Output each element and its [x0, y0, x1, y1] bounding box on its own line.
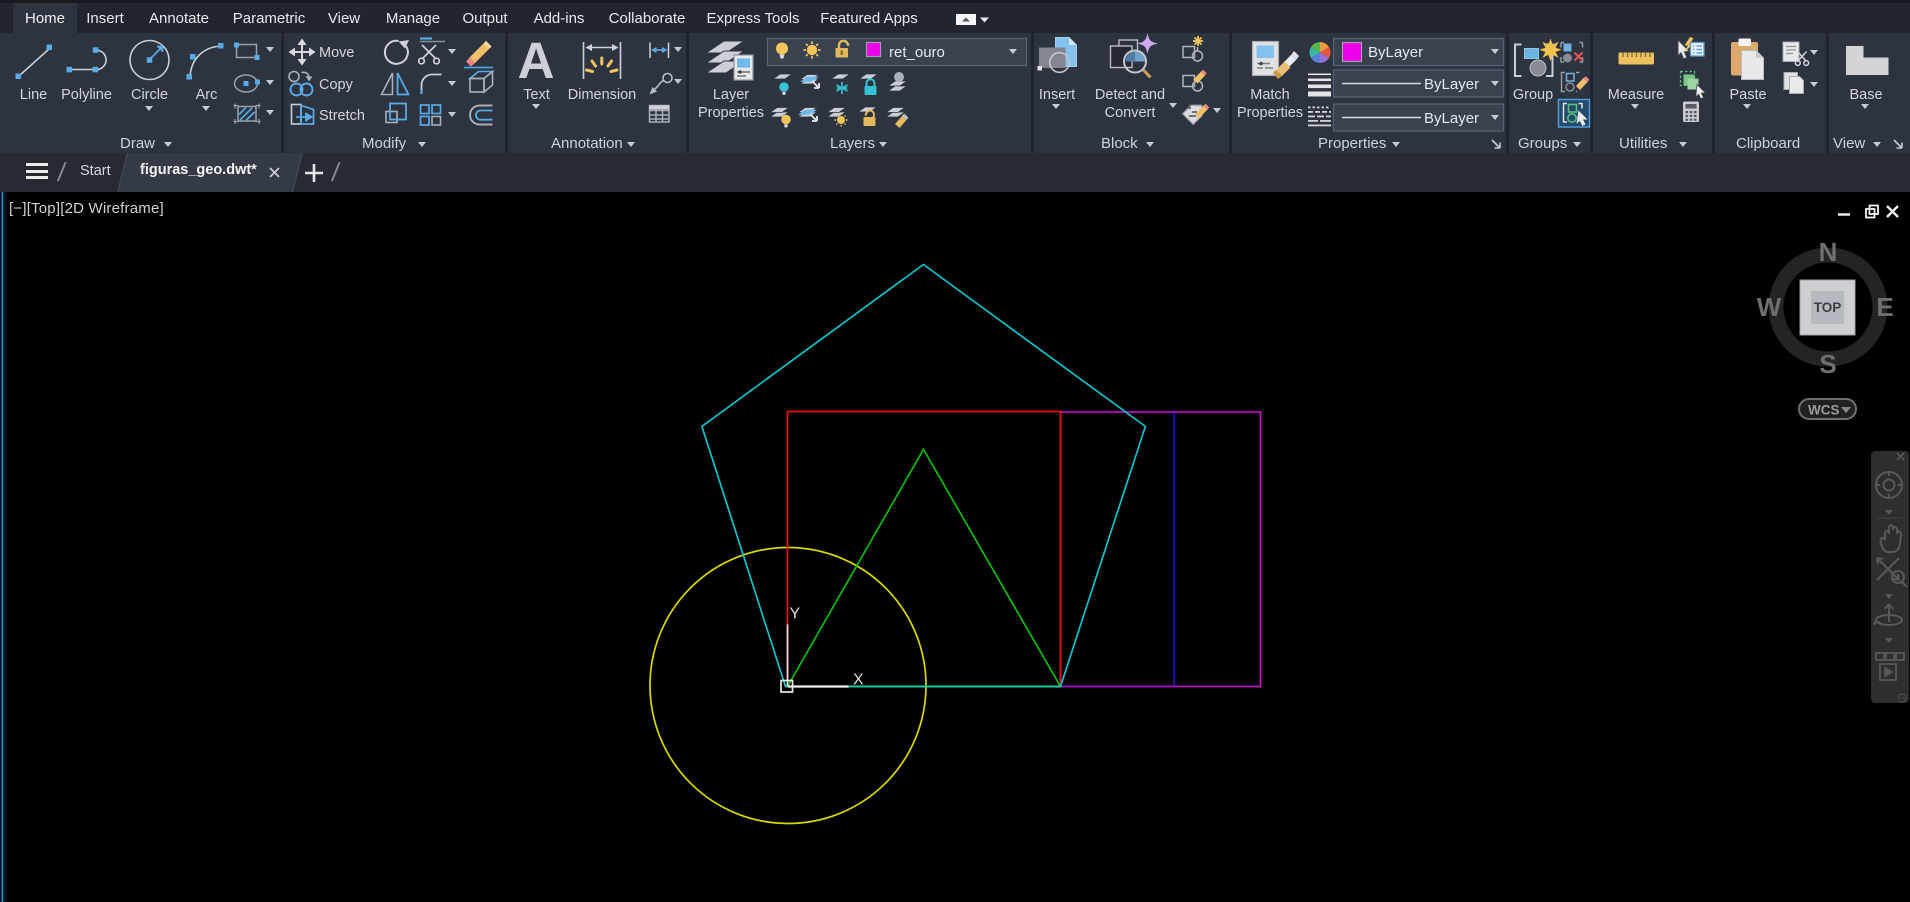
svg-text:A: A	[518, 32, 555, 89]
svg-text:X: X	[853, 672, 864, 689]
svg-text:WCS: WCS	[1808, 403, 1840, 418]
svg-text:N: N	[1819, 237, 1838, 267]
svg-text:TOP: TOP	[1814, 300, 1842, 315]
svg-text:E: E	[1876, 292, 1893, 322]
svg-text:W: W	[1757, 292, 1782, 322]
svg-text:S: S	[1819, 349, 1836, 379]
svg-text:Y: Y	[790, 606, 801, 623]
